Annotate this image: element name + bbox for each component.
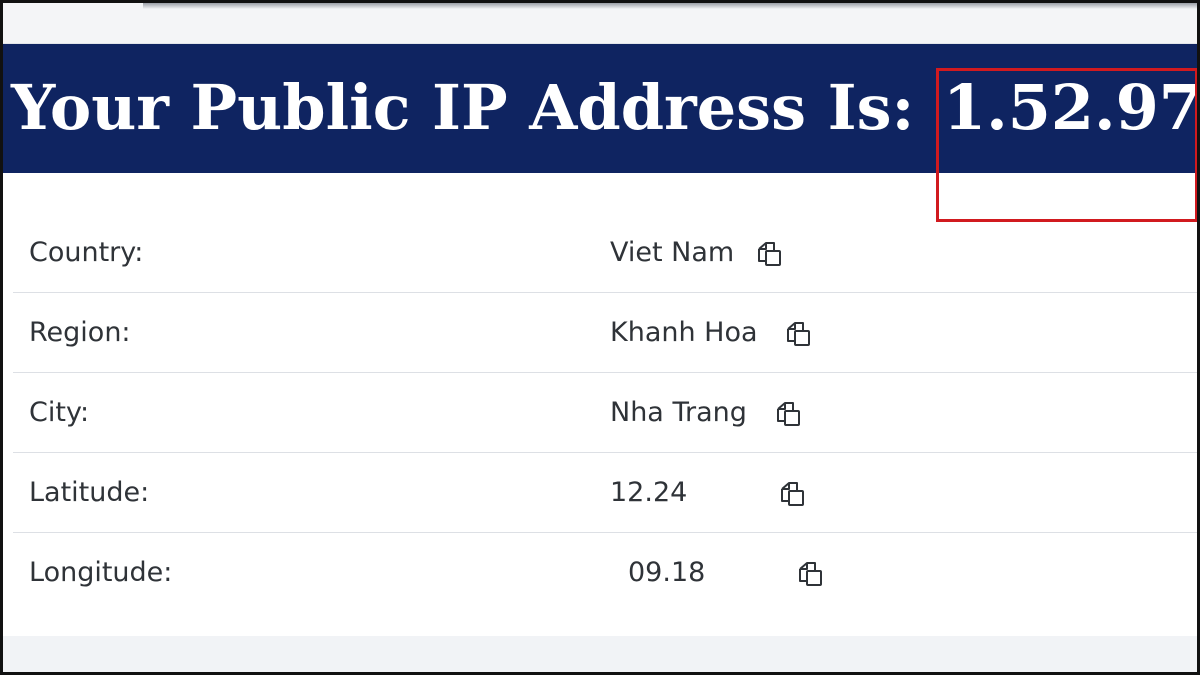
row-country: Country: Viet Nam [13, 213, 1197, 293]
country-label: Country: [29, 237, 144, 268]
screenshot-frame: Your Public IP Address Is: 1.52.97 Count… [0, 0, 1200, 675]
row-city: City: Nha Trang [13, 373, 1197, 453]
row-latitude: Latitude: 12.24 [13, 453, 1197, 533]
latitude-label: Latitude: [29, 477, 150, 508]
ip-info-table: Country: Viet Nam Region: Khanh Hoa City… [13, 213, 1197, 613]
bottom-strip [3, 636, 1197, 672]
copy-icon[interactable] [777, 479, 807, 509]
longitude-value: 09.18 [628, 557, 706, 588]
copy-icon[interactable] [754, 239, 784, 269]
country-value: Viet Nam [610, 237, 735, 268]
ip-banner: Your Public IP Address Is: 1.52.97 [3, 44, 1200, 173]
banner-title: Your Public IP Address Is: [11, 71, 915, 144]
top-shadow [143, 3, 1197, 9]
copy-icon[interactable] [783, 319, 813, 349]
copy-icon[interactable] [773, 399, 803, 429]
browser-top-strip [3, 3, 1197, 44]
row-longitude: Longitude: 09.18 [13, 533, 1197, 613]
row-region: Region: Khanh Hoa [13, 293, 1197, 373]
region-value: Khanh Hoa [610, 317, 758, 348]
city-value: Nha Trang [610, 397, 747, 428]
longitude-label: Longitude: [29, 557, 173, 588]
region-label: Region: [29, 317, 131, 348]
copy-icon[interactable] [795, 559, 825, 589]
latitude-value: 12.24 [610, 477, 688, 508]
city-label: City: [29, 397, 90, 428]
public-ip-address: 1.52.97 [943, 71, 1200, 144]
